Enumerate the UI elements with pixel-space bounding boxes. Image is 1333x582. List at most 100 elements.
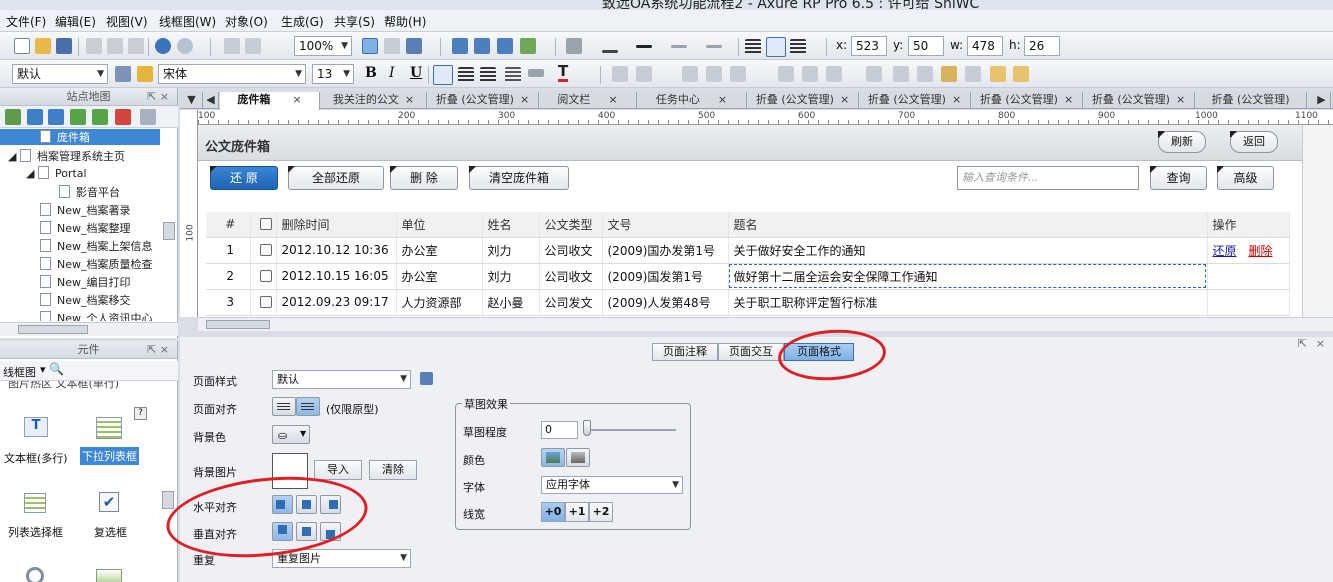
font-color-button[interactable]: T [558, 63, 569, 82]
arrow-right-icon[interactable] [70, 109, 86, 125]
color-mode-button[interactable] [541, 448, 565, 467]
import-button[interactable]: 导入 [314, 460, 362, 480]
tab[interactable]: 折叠 (公文管理) × [747, 92, 859, 109]
new-file-icon[interactable] [14, 38, 30, 54]
row-checkbox[interactable] [250, 289, 277, 316]
open-folder-icon[interactable] [35, 38, 51, 54]
cell-title-selected[interactable]: 做好第十二届全运会安全保障工作通知 [728, 263, 1208, 290]
tab[interactable]: 折叠 (公文管理) × [1083, 92, 1195, 109]
page-style-select[interactable]: 默认 ▼ [272, 370, 411, 389]
table-row[interactable]: 2 2012.10.15 16:05 办公室 刘力 公司收文 (2009)国发第… [206, 263, 1290, 290]
italic-button[interactable]: I [389, 65, 395, 81]
chevron-down-icon[interactable]: ▾ [40, 363, 46, 376]
tab[interactable]: 任务中心 × [637, 92, 747, 109]
ungroup-icon[interactable] [474, 38, 490, 54]
close-icon[interactable]: × [405, 93, 414, 106]
refresh-button[interactable]: 刷新 [1158, 131, 1206, 153]
close-icon[interactable]: × [520, 93, 529, 106]
align-obj-icon[interactable] [682, 66, 698, 82]
underline-button[interactable]: U [410, 65, 422, 81]
select-mode-icon[interactable] [362, 38, 378, 54]
canvas-vscroll[interactable] [1302, 125, 1333, 317]
pin-icon[interactable]: ⇱ × [147, 88, 169, 105]
text-area-icon[interactable]: T [24, 417, 48, 437]
y-input[interactable]: 50 [908, 36, 944, 56]
paste-icon[interactable] [128, 38, 144, 54]
row-checkbox[interactable] [250, 237, 277, 264]
sitemap-hscroll[interactable] [0, 322, 178, 336]
cut-icon[interactable] [86, 38, 102, 54]
distribute-icon[interactable] [612, 66, 628, 82]
tab-active[interactable]: 庞件箱 × [220, 92, 320, 110]
spacing-icon[interactable] [893, 66, 909, 82]
row-checkbox[interactable] [250, 263, 277, 290]
zoom-select[interactable]: 100% ▼ [294, 36, 352, 56]
menu-wireframe[interactable]: 线框图(W) [159, 13, 216, 30]
button-icon[interactable] [96, 569, 122, 582]
close-icon[interactable]: × [952, 93, 961, 106]
menu-view[interactable]: 视图(V) [106, 13, 148, 30]
canvas-hscroll[interactable] [198, 317, 1333, 331]
menu-object[interactable]: 对象(O) [225, 13, 268, 30]
connect-mode-icon[interactable] [384, 38, 400, 54]
connector-icon[interactable] [245, 38, 261, 54]
align-obj-icon[interactable] [866, 66, 882, 82]
advanced-button[interactable]: 高级 [1217, 166, 1274, 190]
grayscale-mode-button[interactable] [566, 448, 590, 467]
group-icon[interactable] [452, 38, 468, 54]
table-row[interactable]: 3 2012.09.23 09:17 人力资源部 赵小曼 公司发文 (2009)… [206, 289, 1290, 316]
sitemap-item[interactable]: New_档案质量检查 [40, 256, 153, 272]
align-obj-icon[interactable] [636, 66, 652, 82]
bold-button[interactable]: B [365, 65, 377, 81]
table-row[interactable]: 1 2012.10.12 10:36 办公室 刘力 公司收文 (2009)国办发… [206, 237, 1290, 264]
x-input[interactable]: 523 [851, 36, 887, 56]
tab[interactable]: 阅文栏 × [539, 92, 637, 109]
menu-share[interactable]: 共享(S) [334, 13, 375, 30]
align-left-button[interactable] [272, 397, 296, 416]
w-input[interactable]: 478 [967, 36, 1003, 56]
sitemap-vscroll[interactable] [163, 222, 175, 240]
widget-checkbox[interactable]: 复选框 [94, 524, 127, 540]
search-input[interactable]: 输入查询条件... [957, 166, 1139, 190]
close-icon[interactable]: × [718, 93, 727, 106]
tab[interactable]: 折叠 (公文管理) [1195, 92, 1307, 109]
fill-color-icon[interactable] [566, 38, 582, 54]
menu-edit[interactable]: 编辑(E) [55, 13, 96, 30]
line-color-icon[interactable] [602, 50, 618, 53]
select-all-checkbox[interactable] [250, 212, 277, 238]
style-editor-icon[interactable] [115, 66, 131, 82]
widget-dropdown-list[interactable]: 下拉列表框 [80, 447, 139, 465]
pin-icon[interactable]: ⇱ × [147, 341, 169, 358]
close-icon[interactable]: × [1064, 93, 1073, 106]
sitemap-item[interactable]: New_档案整理 [40, 220, 131, 236]
tab-prev-icon[interactable]: ◀ [203, 92, 219, 109]
tab[interactable]: 折叠 (公文管理) × [971, 92, 1083, 109]
copy-icon[interactable] [107, 38, 123, 54]
align-obj-icon[interactable] [778, 66, 794, 82]
sitemap-item-selected[interactable]: 庞件箱 [0, 129, 160, 145]
text-align-center-icon[interactable] [458, 67, 474, 83]
restore-all-button[interactable]: 全部还原 [288, 166, 384, 190]
menu-generate[interactable]: 生成(G) [281, 13, 324, 30]
list-box-icon[interactable] [24, 493, 46, 513]
search-icon[interactable]: 🔍 [49, 362, 64, 376]
line-width-2-button[interactable]: +2 [589, 502, 613, 522]
align-obj-icon[interactable] [730, 66, 746, 82]
arrow-style-icon[interactable] [706, 45, 722, 48]
arrange-icon[interactable] [406, 38, 422, 54]
sketch-font-select[interactable]: 应用字体 ▼ [541, 476, 683, 494]
annotation-icon[interactable] [965, 66, 981, 82]
h-input[interactable]: 26 [1024, 36, 1060, 56]
close-icon[interactable]: × [1176, 93, 1185, 106]
bullet-list-icon[interactable] [505, 67, 521, 83]
clear-button[interactable]: 清除 [369, 460, 417, 480]
slider-thumb[interactable] [583, 420, 591, 436]
sitemap-item[interactable]: New_个人资讯中心 [40, 310, 153, 321]
tab-dropdown-icon[interactable]: ▼ [181, 92, 203, 109]
arrow-up-icon[interactable] [27, 109, 43, 125]
line-width-1-button[interactable]: +1 [565, 502, 589, 522]
tab[interactable]: 我关注的公文 × [321, 92, 427, 109]
tab[interactable]: 折叠 (公文管理) × [859, 92, 971, 109]
align-right-icon[interactable] [790, 39, 806, 55]
restore-link[interactable]: 还原 [1213, 244, 1237, 258]
